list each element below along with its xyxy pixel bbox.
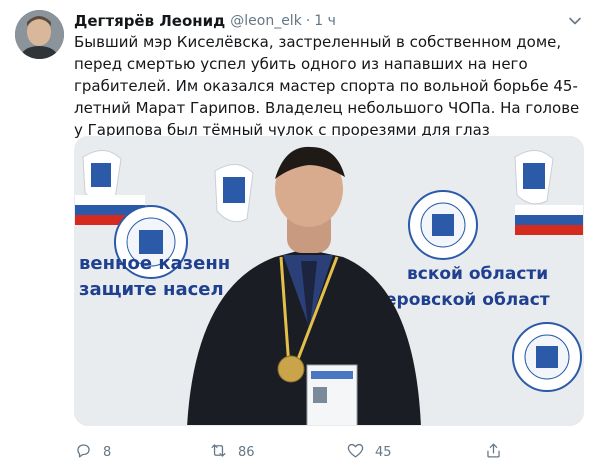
agency-seal-bottom-right [512,322,582,392]
tweet-card[interactable]: Дегтярёв Леонид @leon_elk · 1 ч Бывший м… [0,0,598,471]
banner-line-3: вской области [407,264,548,284]
tweet-text: Бывший мэр Киселёвска, застреленный в со… [74,33,580,139]
author-handle[interactable]: @leon_elk [230,13,302,29]
banner-line-4: еровской област [385,290,550,310]
region-logo-center [214,164,254,223]
retweet-count: 86 [238,444,255,460]
like-button[interactable]: 45 [346,438,392,466]
timestamp[interactable]: 1 ч [314,13,336,29]
share-button[interactable] [484,438,503,466]
share-icon [484,441,503,464]
tweet-header: Дегтярёв Леонид @leon_elk · 1 ч [74,10,336,32]
like-count: 45 [375,444,392,460]
reply-count: 8 [103,444,112,460]
heart-icon [346,441,365,464]
banner-line-2: защите насел [79,279,224,300]
chevron-down-icon[interactable] [566,12,584,30]
author-name[interactable]: Дегтярёв Леонид [74,12,225,30]
retweet-button[interactable]: 86 [209,438,255,466]
tweet-photo[interactable]: венное казенн защите насел вской области… [74,136,584,426]
reply-button[interactable]: 8 [74,438,111,466]
retweet-icon [209,441,228,464]
agency-seal-right [408,190,478,260]
avatar[interactable] [15,10,64,59]
separator: · [305,13,311,29]
tweet-actions: 8 86 45 [74,438,584,466]
banner-line-1: венное казенн [79,253,230,274]
reply-icon [74,441,93,464]
